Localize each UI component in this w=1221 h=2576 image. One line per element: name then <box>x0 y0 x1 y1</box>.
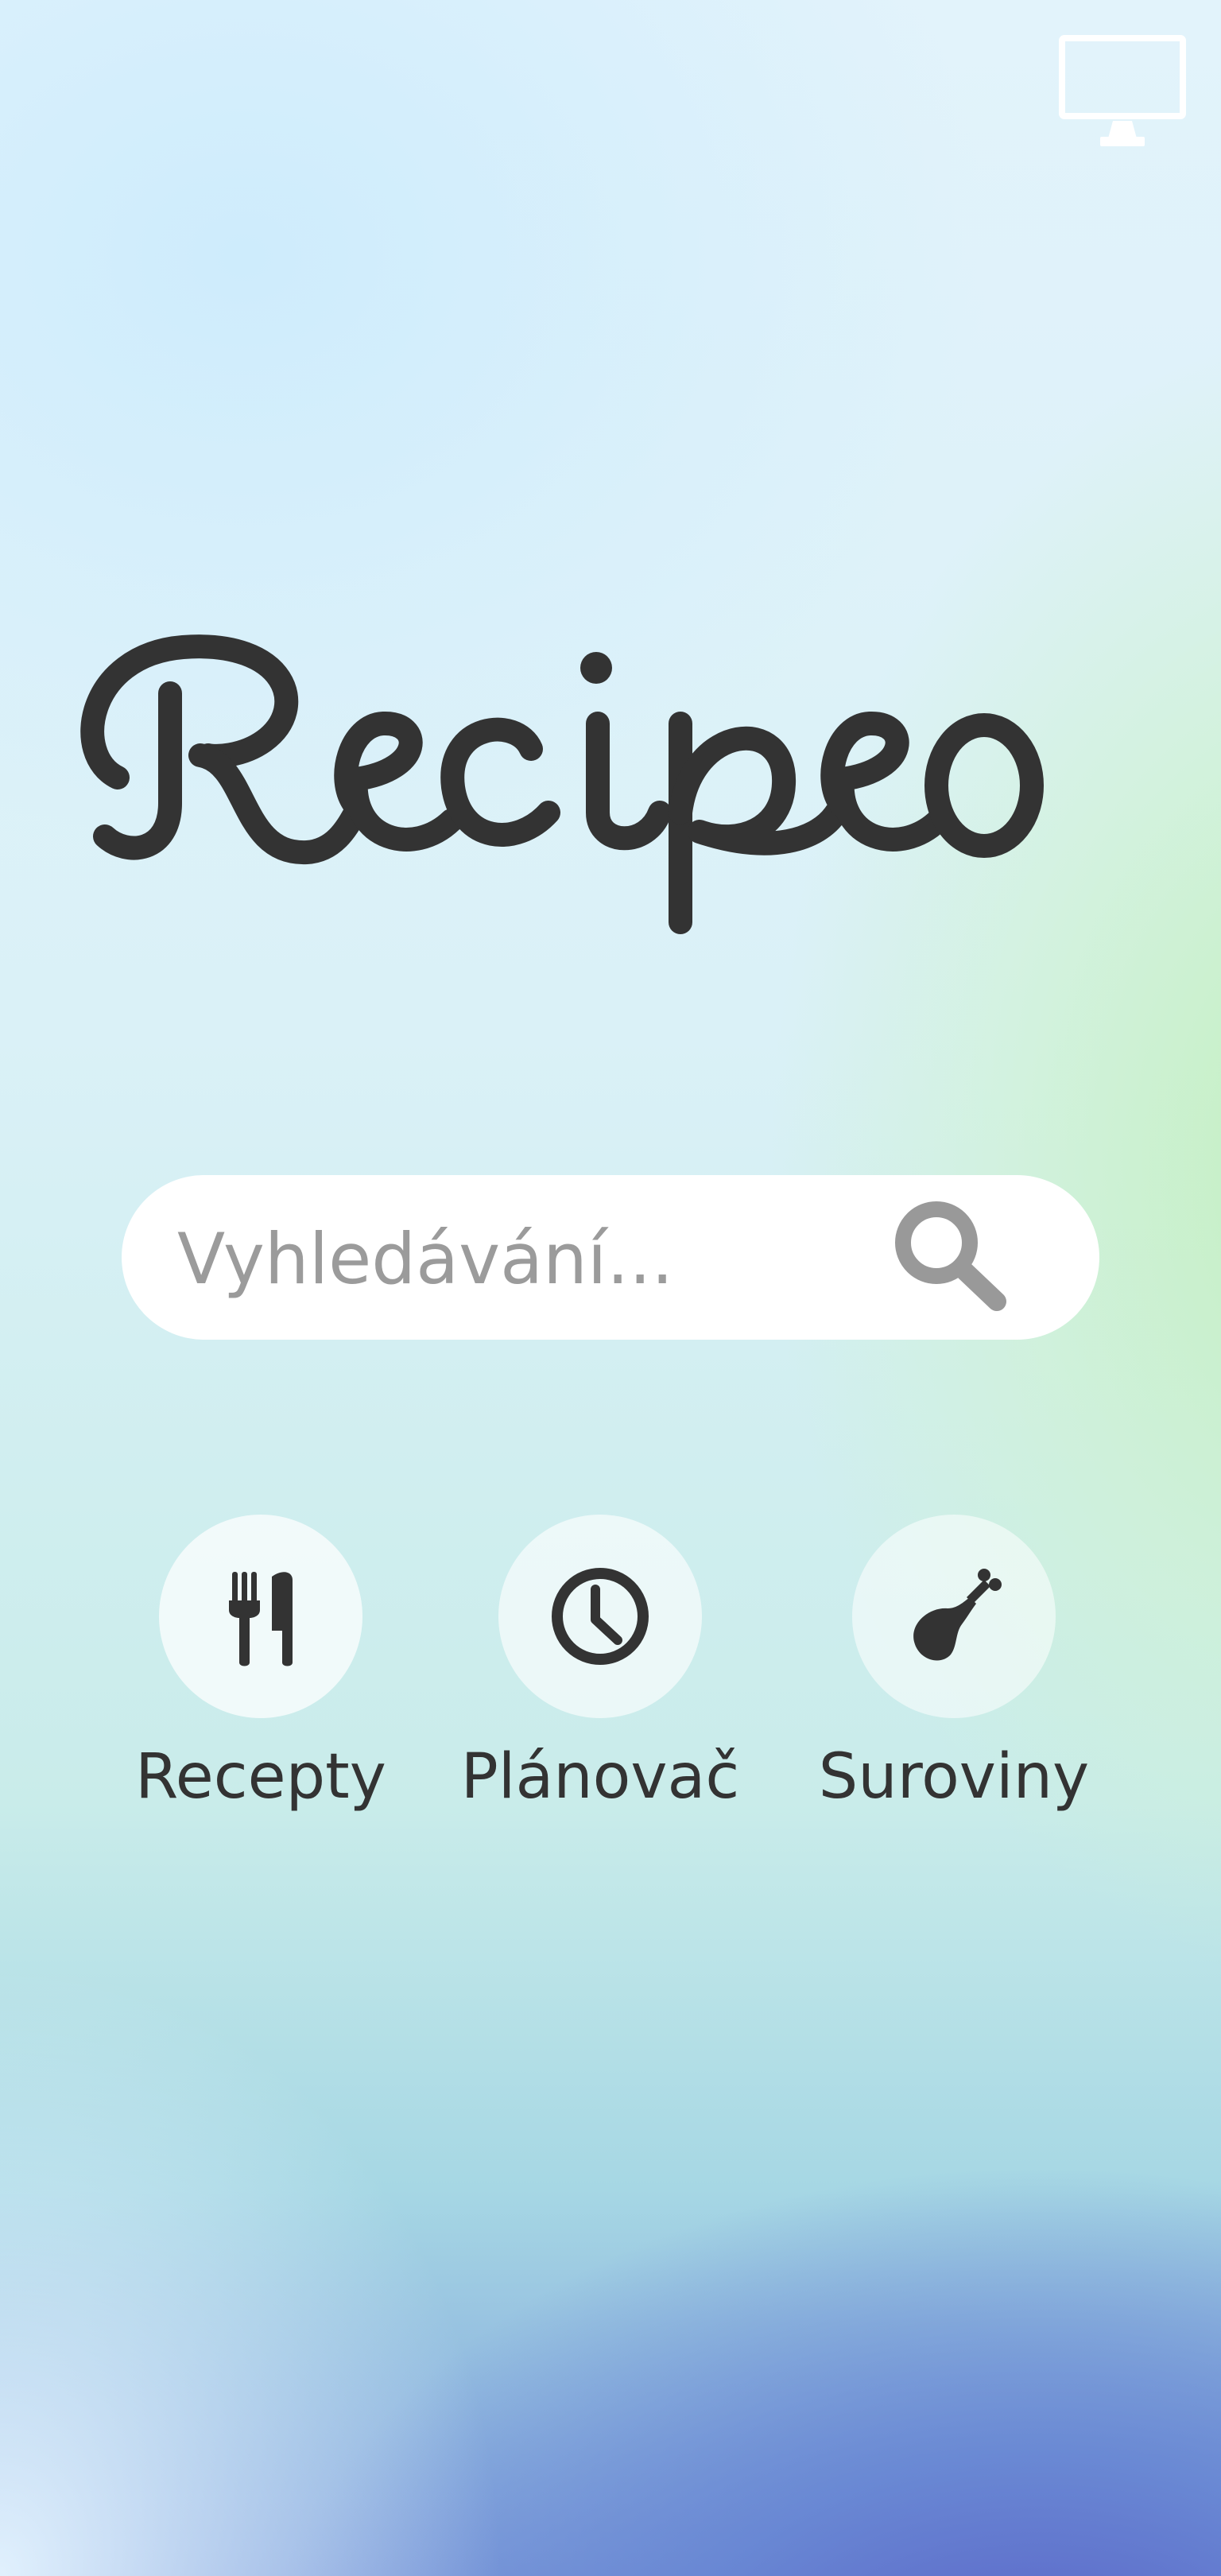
magnifier-icon <box>895 1201 1006 1311</box>
shortcut-ingredients[interactable]: Suroviny <box>787 1515 1121 1849</box>
clock-icon <box>552 1568 649 1665</box>
shortcut-label-recipes: Recepty <box>135 1741 386 1813</box>
shortcut-label-planner: Plánovač <box>460 1741 740 1813</box>
monitor-icon[interactable] <box>1059 35 1186 151</box>
fork-knife-icon <box>229 1572 293 1666</box>
shortcut-label-ingredients: Suroviny <box>818 1741 1090 1813</box>
recipes-icon-circle <box>159 1515 362 1718</box>
search-input[interactable] <box>177 1199 917 1318</box>
drumstick-icon <box>913 1569 1002 1661</box>
search-bar <box>122 1175 1099 1340</box>
app-logo <box>72 604 1145 938</box>
shortcut-recipes[interactable]: Recepty <box>94 1515 428 1849</box>
planner-icon-circle <box>498 1515 702 1718</box>
ingredients-icon-circle <box>852 1515 1056 1718</box>
search-button[interactable] <box>889 1195 1008 1318</box>
shortcut-planner[interactable]: Plánovač <box>433 1515 767 1849</box>
